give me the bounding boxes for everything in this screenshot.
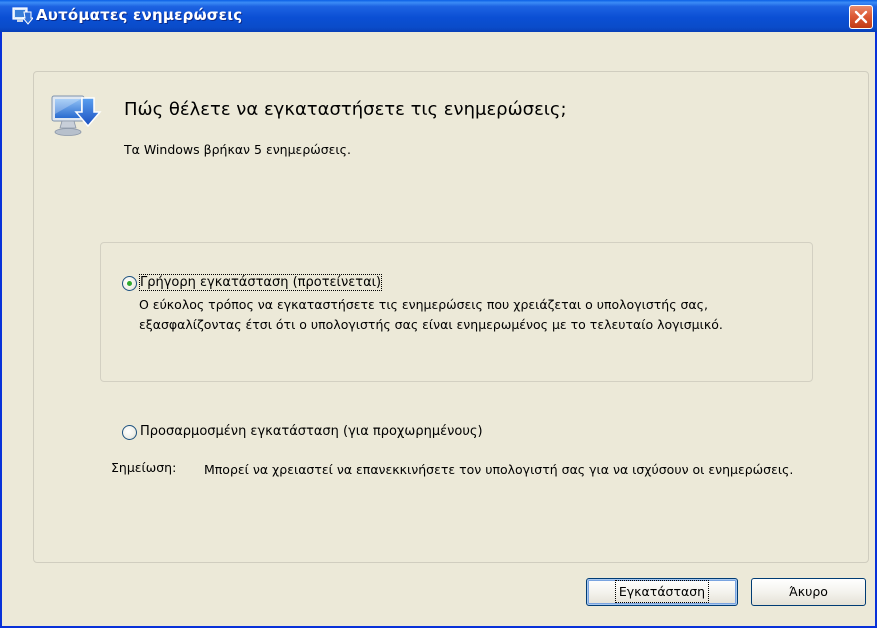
close-icon	[854, 10, 868, 24]
cancel-button[interactable]: Άκυρο	[751, 578, 866, 606]
custom-install-label[interactable]: Προσαρμοσμένη εγκατάσταση (για προχωρημέ…	[140, 424, 483, 439]
cancel-button-label: Άκυρο	[789, 584, 828, 599]
note-label: Σημείωση:	[111, 460, 177, 475]
close-button[interactable]	[849, 5, 873, 29]
express-install-radio[interactable]	[122, 276, 137, 291]
note-text: Μπορεί να χρειαστεί να επανεκκινήσετε το…	[204, 462, 794, 477]
express-install-label[interactable]: Γρήγορη εγκατάσταση (προτείνεται)	[138, 274, 383, 291]
windows-update-icon	[12, 7, 33, 25]
install-button[interactable]: Εγκατάσταση	[586, 578, 738, 606]
custom-install-radio[interactable]	[122, 425, 137, 440]
install-button-label: Εγκατάσταση	[614, 580, 710, 603]
title-bar[interactable]: Αυτόματες ενημερώσεις	[0, 0, 877, 32]
window-title: Αυτόματες ενημερώσεις	[36, 6, 243, 24]
updates-found-text: Τα Windows βρήκαν 5 ενημερώσεις.	[124, 142, 351, 157]
express-install-description: Ο εύκολος τρόπος να εγκαταστήσετε τις εν…	[139, 297, 723, 332]
page-title: Πώς θέλετε να εγκαταστήσετε τις ενημερώσ…	[124, 99, 567, 120]
radio-selected-dot	[127, 281, 132, 286]
auto-updates-dialog: Αυτόματες ενημερώσεις Πώς θέλετε να εγκα…	[0, 0, 877, 628]
windows-update-icon	[51, 95, 102, 136]
